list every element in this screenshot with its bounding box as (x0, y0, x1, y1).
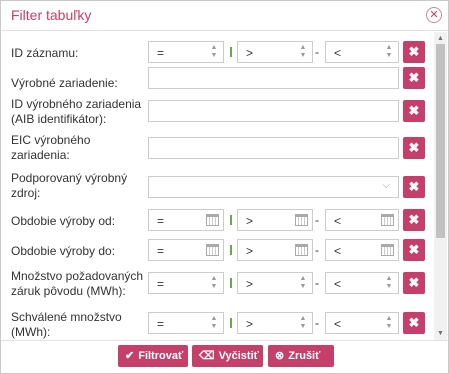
clear-row-button[interactable]: ✖ (403, 239, 425, 261)
from-input[interactable]: > ▲ ▼ (237, 272, 313, 294)
spinner-icon[interactable]: ▲ ▼ (385, 315, 393, 331)
close-icon[interactable]: ✕ (426, 7, 442, 23)
row-label: Podporovaný výrobný zdroj: (11, 171, 128, 200)
clear-row-button[interactable]: ✖ (403, 41, 425, 63)
dialog-title: Filter tabuľky (11, 7, 92, 23)
filter-row-period-to: Obdobie výroby do: = > - < ✖ (1, 237, 433, 267)
range-dash: - (315, 45, 319, 59)
calendar-icon[interactable] (295, 244, 308, 256)
separator-bar (230, 318, 232, 328)
text-input[interactable] (148, 67, 399, 89)
filter-row-eic: EIC výrobného zariadenia: ✖ (1, 133, 433, 167)
from-date-input[interactable]: > (237, 239, 313, 261)
to-input[interactable]: < ▲ ▼ (325, 41, 399, 63)
check-icon: ✔ (125, 350, 135, 362)
clear-row-button[interactable]: ✖ (403, 176, 425, 198)
from-date-input[interactable]: > (237, 209, 313, 231)
range-dash: - (315, 213, 319, 227)
calendar-icon[interactable] (206, 244, 219, 256)
from-input[interactable]: > ▲ ▼ (237, 41, 313, 63)
separator-bar (230, 278, 232, 288)
spinner-icon[interactable]: ▲ ▼ (299, 315, 307, 331)
calendar-icon[interactable] (381, 244, 394, 256)
clear-row-button[interactable]: ✖ (403, 312, 425, 334)
from-input[interactable]: > ▲ ▼ (237, 312, 313, 334)
source-select[interactable]: ⌵ (148, 176, 399, 198)
row-label: Množstvo požadovaných záruk pôvodu (MWh)… (11, 269, 144, 298)
filter-button[interactable]: ✔ Filtrovať (118, 345, 188, 367)
range-dash: - (315, 243, 319, 257)
operator-input[interactable]: = ▲ ▼ (148, 272, 224, 294)
x-icon: ✖ (408, 315, 420, 330)
separator-bar (230, 47, 232, 57)
eraser-icon: ⌫ (199, 350, 215, 362)
x-icon: ✖ (408, 242, 420, 257)
filter-row-supported-source: Podporovaný výrobný zdroj: ⌵ ✖ (1, 171, 433, 205)
filter-row-record-id: ID záznamu: = ▲ ▼ > ▲ ▼ - < ▲ ▼ ✖ (1, 37, 433, 67)
cancel-icon: ⊗ (275, 350, 285, 362)
separator-bar (230, 245, 232, 255)
range-dash: - (315, 316, 319, 330)
calendar-icon[interactable] (295, 214, 308, 226)
spinner-icon[interactable]: ▲ ▼ (299, 44, 307, 60)
row-label: EIC výrobného zariadenia: (11, 133, 91, 162)
filter-row-facility-id: ID výrobného zariadenia (AIB identifikát… (1, 97, 433, 131)
row-label: Schválené množstvo (MWh): (11, 310, 122, 339)
clear-button[interactable]: ⌫ Vyčistiť (192, 345, 263, 367)
text-input[interactable] (148, 137, 399, 159)
operator-input[interactable]: = (148, 209, 224, 231)
filter-row-period-from: Obdobie výroby od: = > - < ✖ (1, 207, 433, 237)
scrollbar-thumb[interactable] (436, 44, 445, 238)
row-label: ID výrobného zariadenia (AIB identifikát… (11, 97, 142, 126)
separator-bar (230, 215, 232, 225)
filter-row-production-facility: Výrobné zariadenie: ✖ (1, 67, 433, 97)
row-label: Výrobné zariadenie: (11, 76, 118, 90)
operator-input[interactable]: = ▲ ▼ (148, 312, 224, 334)
operator-input[interactable]: = (148, 239, 224, 261)
range-dash: - (315, 276, 319, 290)
text-input[interactable] (148, 100, 399, 122)
filter-form: ID záznamu: = ▲ ▼ > ▲ ▼ - < ▲ ▼ ✖ Výrobné z… (1, 32, 433, 340)
calendar-icon[interactable] (206, 214, 219, 226)
vertical-scrollbar[interactable]: ▲ ▼ (434, 32, 447, 340)
spinner-icon[interactable]: ▲ ▼ (210, 44, 218, 60)
to-input[interactable]: < ▲ ▼ (325, 272, 399, 294)
x-icon: ✖ (408, 103, 420, 118)
x-icon: ✖ (408, 179, 420, 194)
row-label: Obdobie výroby do: (11, 244, 116, 258)
spinner-icon[interactable]: ▲ ▼ (299, 275, 307, 291)
operator-input[interactable]: = ▲ ▼ (148, 41, 224, 63)
calendar-icon[interactable] (381, 214, 394, 226)
clear-row-button[interactable]: ✖ (403, 209, 425, 231)
x-icon: ✖ (408, 275, 420, 290)
to-date-input[interactable]: < (325, 239, 399, 261)
dialog-footer: ✔ Filtrovať ⌫ Vyčistiť ⊗ Zrušiť (1, 340, 448, 373)
scroll-down-icon[interactable]: ▼ (436, 329, 445, 338)
spinner-icon[interactable]: ▲ ▼ (210, 275, 218, 291)
filter-row-approved-amount: Schválené množstvo (MWh): = ▲ ▼ > ▲ ▼ - < … (1, 310, 433, 340)
x-icon: ✖ (408, 70, 420, 85)
to-date-input[interactable]: < (325, 209, 399, 231)
row-label: Obdobie výroby od: (11, 214, 116, 228)
clear-row-button[interactable]: ✖ (403, 272, 425, 294)
clear-row-button[interactable]: ✖ (403, 137, 425, 159)
row-label: ID záznamu: (11, 46, 79, 60)
chevron-down-icon: ⌵ (382, 180, 390, 191)
clear-row-button[interactable]: ✖ (403, 67, 425, 89)
x-icon: ✖ (408, 44, 420, 59)
spinner-icon[interactable]: ▲ ▼ (385, 275, 393, 291)
spinner-icon[interactable]: ▲ ▼ (385, 44, 393, 60)
to-input[interactable]: < ▲ ▼ (325, 312, 399, 334)
spinner-icon[interactable]: ▲ ▼ (210, 315, 218, 331)
clear-row-button[interactable]: ✖ (403, 100, 425, 122)
scroll-up-icon[interactable]: ▲ (436, 34, 445, 43)
x-icon: ✖ (408, 140, 420, 155)
dialog-titlebar: Filter tabuľky ✕ (1, 1, 448, 31)
filter-row-requested-amount: Množstvo požadovaných záruk pôvodu (MWh)… (1, 269, 433, 303)
x-icon: ✖ (408, 212, 420, 227)
cancel-button[interactable]: ⊗ Zrušiť (268, 345, 334, 367)
filter-dialog: Filter tabuľky ✕ ID záznamu: = ▲ ▼ > ▲ ▼ -… (0, 0, 449, 374)
